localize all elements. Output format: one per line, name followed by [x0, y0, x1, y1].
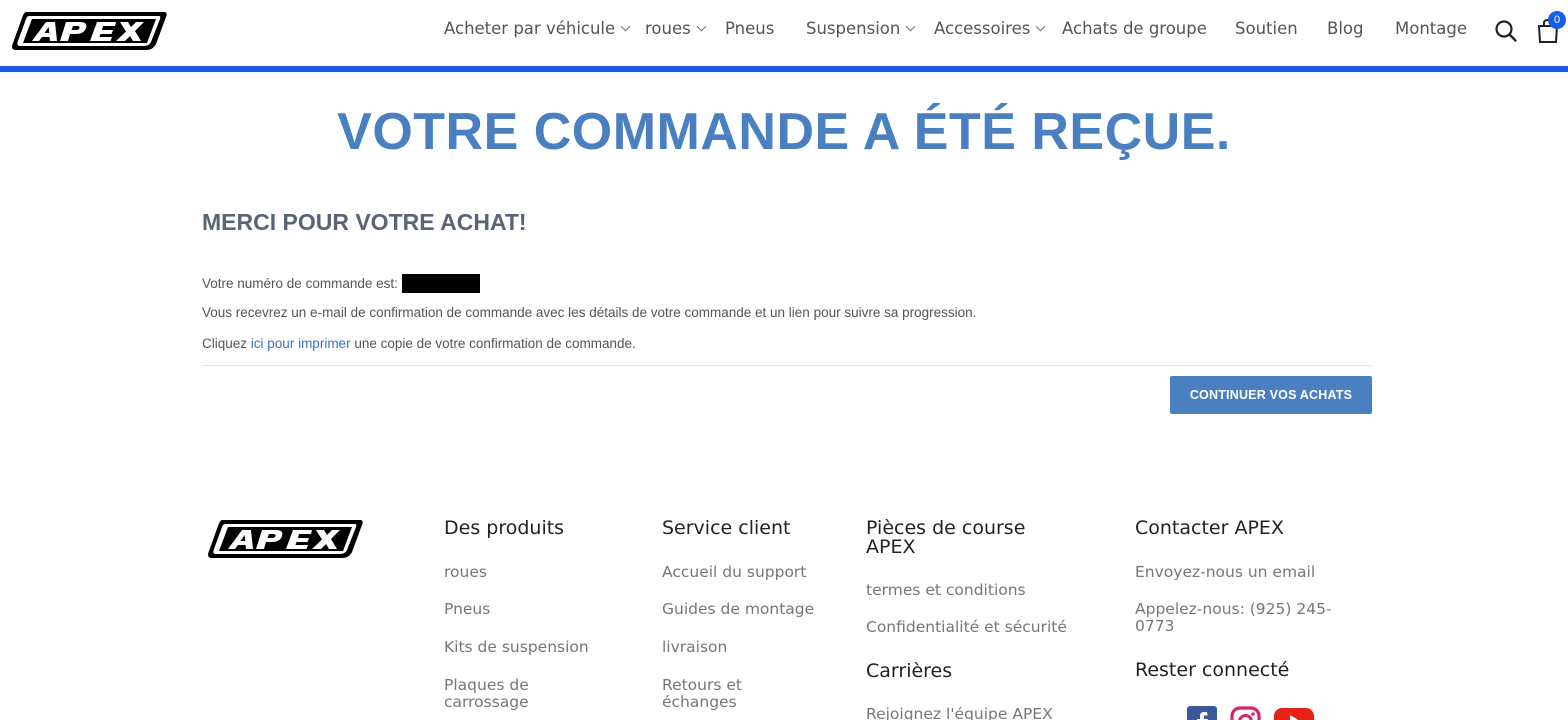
- page-title: VOTRE COMMANDE A ÉTÉ REÇUE.: [337, 103, 1231, 161]
- chevron-down-icon: [620, 21, 631, 32]
- youtube-icon[interactable]: [1274, 706, 1314, 720]
- nav-item-blog[interactable]: Blog: [1327, 19, 1363, 38]
- nav-label: roues: [645, 19, 691, 38]
- footer-link-suspension-kits[interactable]: Kits de suspension: [444, 639, 589, 656]
- nav-item-support[interactable]: Soutien: [1235, 19, 1298, 38]
- footer-link-join-team[interactable]: Rejoignez l'équipe APEX: [866, 706, 1053, 720]
- footer-link-fitment-guides[interactable]: Guides de montage: [662, 601, 814, 618]
- order-number-label: Votre numéro de commande est:: [202, 276, 398, 291]
- chevron-down-icon: [696, 21, 707, 32]
- nav-item-wheels[interactable]: roues: [645, 19, 707, 38]
- nav-item-fitment[interactable]: Montage: [1395, 19, 1467, 38]
- footer-link-tires[interactable]: Pneus: [444, 601, 490, 618]
- cart-count-badge: 0: [1548, 11, 1566, 29]
- header-accent-bar: [0, 66, 1568, 72]
- nav-label: Blog: [1327, 19, 1364, 38]
- thanks-heading: MERCI POUR VOTRE ACHAT!: [202, 209, 527, 235]
- footer-social-heading: Rester connecté: [1135, 659, 1290, 681]
- footer-link-phone[interactable]: Appelez-nous: (925) 245-0773: [1135, 601, 1345, 635]
- order-number-line: Votre numéro de commande est:: [202, 274, 480, 293]
- nav-label: Acheter par véhicule: [444, 19, 616, 38]
- nav-item-tires[interactable]: Pneus: [725, 19, 774, 38]
- nav-item-suspension[interactable]: Suspension: [806, 19, 916, 38]
- footer-link-email[interactable]: Envoyez-nous un email: [1135, 564, 1315, 581]
- chevron-down-icon: [905, 21, 916, 32]
- footer-contact-heading: Contacter APEX: [1135, 517, 1284, 539]
- order-number-redacted: [401, 274, 480, 293]
- footer-link-shipping[interactable]: livraison: [662, 639, 727, 656]
- email-notice: Vous recevrez un e-mail de confirmation …: [202, 305, 977, 320]
- footer-link-camber-plates[interactable]: Plaques de carrossage: [444, 677, 594, 711]
- search-icon[interactable]: [1494, 19, 1518, 43]
- nav-label: Achats de groupe: [1062, 19, 1207, 38]
- footer-link-privacy[interactable]: Confidentialité et sécurité: [866, 619, 1067, 636]
- nav-label: Montage: [1395, 19, 1467, 38]
- site-header: Acheter par véhicule roues Pneus Suspens…: [0, 0, 1568, 66]
- footer-careers-heading: Carrières: [866, 660, 953, 682]
- print-confirmation-link[interactable]: ici pour imprimer: [251, 336, 351, 351]
- chevron-down-icon: [1035, 21, 1046, 32]
- apex-footer-logo-icon[interactable]: [206, 518, 364, 560]
- nav-label: Accessoires: [934, 19, 1031, 38]
- instagram-icon[interactable]: [1230, 706, 1261, 720]
- apex-logo-icon[interactable]: [10, 10, 168, 52]
- continue-shopping-button[interactable]: CONTINUER VOS ACHATS: [1170, 376, 1372, 414]
- footer-products-heading: Des produits: [444, 517, 565, 539]
- print-line: Cliquez ici pour imprimer une copie de v…: [202, 336, 636, 351]
- divider: [202, 365, 1372, 366]
- facebook-icon[interactable]: [1187, 706, 1217, 720]
- footer-link-returns[interactable]: Retours et échanges: [662, 677, 792, 711]
- nav-label: Suspension: [806, 19, 901, 38]
- nav-item-accessories[interactable]: Accessoires: [934, 19, 1046, 38]
- nav-item-group-buys[interactable]: Achats de groupe: [1062, 19, 1207, 38]
- footer-racing-heading: Pièces de course APEX: [866, 517, 1026, 558]
- nav-item-shop-by-vehicle[interactable]: Acheter par véhicule: [444, 19, 631, 38]
- footer-service-heading: Service client: [662, 517, 791, 539]
- nav-label: Soutien: [1235, 19, 1298, 38]
- print-prefix: Cliquez: [202, 336, 248, 351]
- nav-label: Pneus: [725, 19, 775, 38]
- footer-link-terms[interactable]: termes et conditions: [866, 582, 1026, 599]
- footer-link-support-home[interactable]: Accueil du support: [662, 564, 806, 581]
- footer-link-wheels[interactable]: roues: [444, 564, 487, 581]
- print-suffix: une copie de votre confirmation de comma…: [354, 336, 636, 351]
